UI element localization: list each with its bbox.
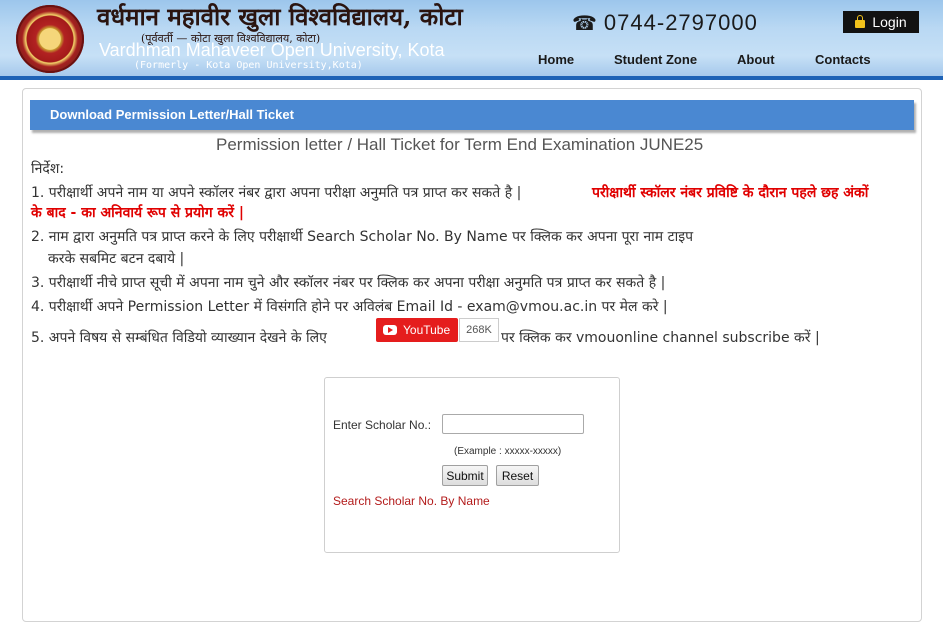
university-title-hindi: वर्धमान महावीर खुला विश्वविद्यालय, कोटा [97, 2, 463, 31]
youtube-label: YouTube [403, 323, 451, 337]
instruction-1-warning-cont: के बाद - का अनिवार्य रूप से प्रयोग करें … [31, 205, 244, 221]
instruction-1-text: 1. परीक्षार्थी अपने नाम या अपने स्कॉलर न… [31, 185, 522, 201]
instructions-heading: निर्देश: [31, 161, 65, 177]
scholar-number-example: (Example : xxxxx-xxxxx) [454, 446, 562, 457]
instruction-3-text: 3. परीक्षार्थी नीचे प्राप्त सूची में अपन… [31, 275, 666, 291]
instruction-5-text: 5. अपने विषय से सम्बंधित विडियो व्याख्या… [31, 330, 327, 346]
page-title: Permission letter / Hall Ticket for Term… [216, 135, 704, 154]
phone-text: 0744-2797000 [603, 10, 758, 35]
instruction-2-text: 2. नाम द्वारा अनुमति पत्र प्राप्त करने क… [31, 229, 694, 245]
header-divider [0, 76, 943, 80]
university-logo-icon[interactable] [16, 5, 84, 73]
youtube-subscribe-button[interactable]: YouTube [376, 318, 458, 342]
phone-number: ☎ 0744-2797000 [572, 10, 758, 36]
section-banner: Download Permission Letter/Hall Ticket [30, 100, 914, 130]
reset-button[interactable]: Reset [496, 465, 539, 486]
nav-home[interactable]: Home [538, 52, 574, 67]
nav-student-zone[interactable]: Student Zone [614, 52, 697, 67]
instruction-5-text-cont: पर क्लिक कर vmouonline channel subscribe… [501, 330, 820, 346]
youtube-subscriber-count: 268K [459, 318, 499, 342]
submit-button[interactable]: Submit [442, 465, 488, 486]
nav-about[interactable]: About [737, 52, 775, 67]
youtube-play-icon [383, 325, 397, 335]
section-banner-label: Download Permission Letter/Hall Ticket [50, 107, 294, 122]
instruction-2-text-cont: करके सबमिट बटन दबाये | [48, 251, 185, 267]
lock-icon [855, 15, 866, 28]
instruction-1-warning: परीक्षार्थी स्कॉलर नंबर प्रविष्टि के दौर… [592, 185, 869, 201]
login-button[interactable]: Login [843, 11, 919, 33]
search-by-name-link[interactable]: Search Scholar No. By Name [333, 494, 490, 508]
university-title-english: Vardhman Mahaveer Open University, Kota [99, 40, 445, 60]
phone-icon: ☎ [572, 13, 598, 35]
scholar-number-label: Enter Scholar No.: [333, 418, 432, 432]
nav-contacts[interactable]: Contacts [815, 52, 871, 67]
login-label: Login [872, 14, 907, 30]
scholar-number-input[interactable] [442, 414, 584, 434]
instruction-4-text: 4. परीक्षार्थी अपने Permission Letter मे… [31, 299, 668, 315]
university-formerly-text: (Formerly - Kota Open University,Kota) [134, 60, 363, 71]
